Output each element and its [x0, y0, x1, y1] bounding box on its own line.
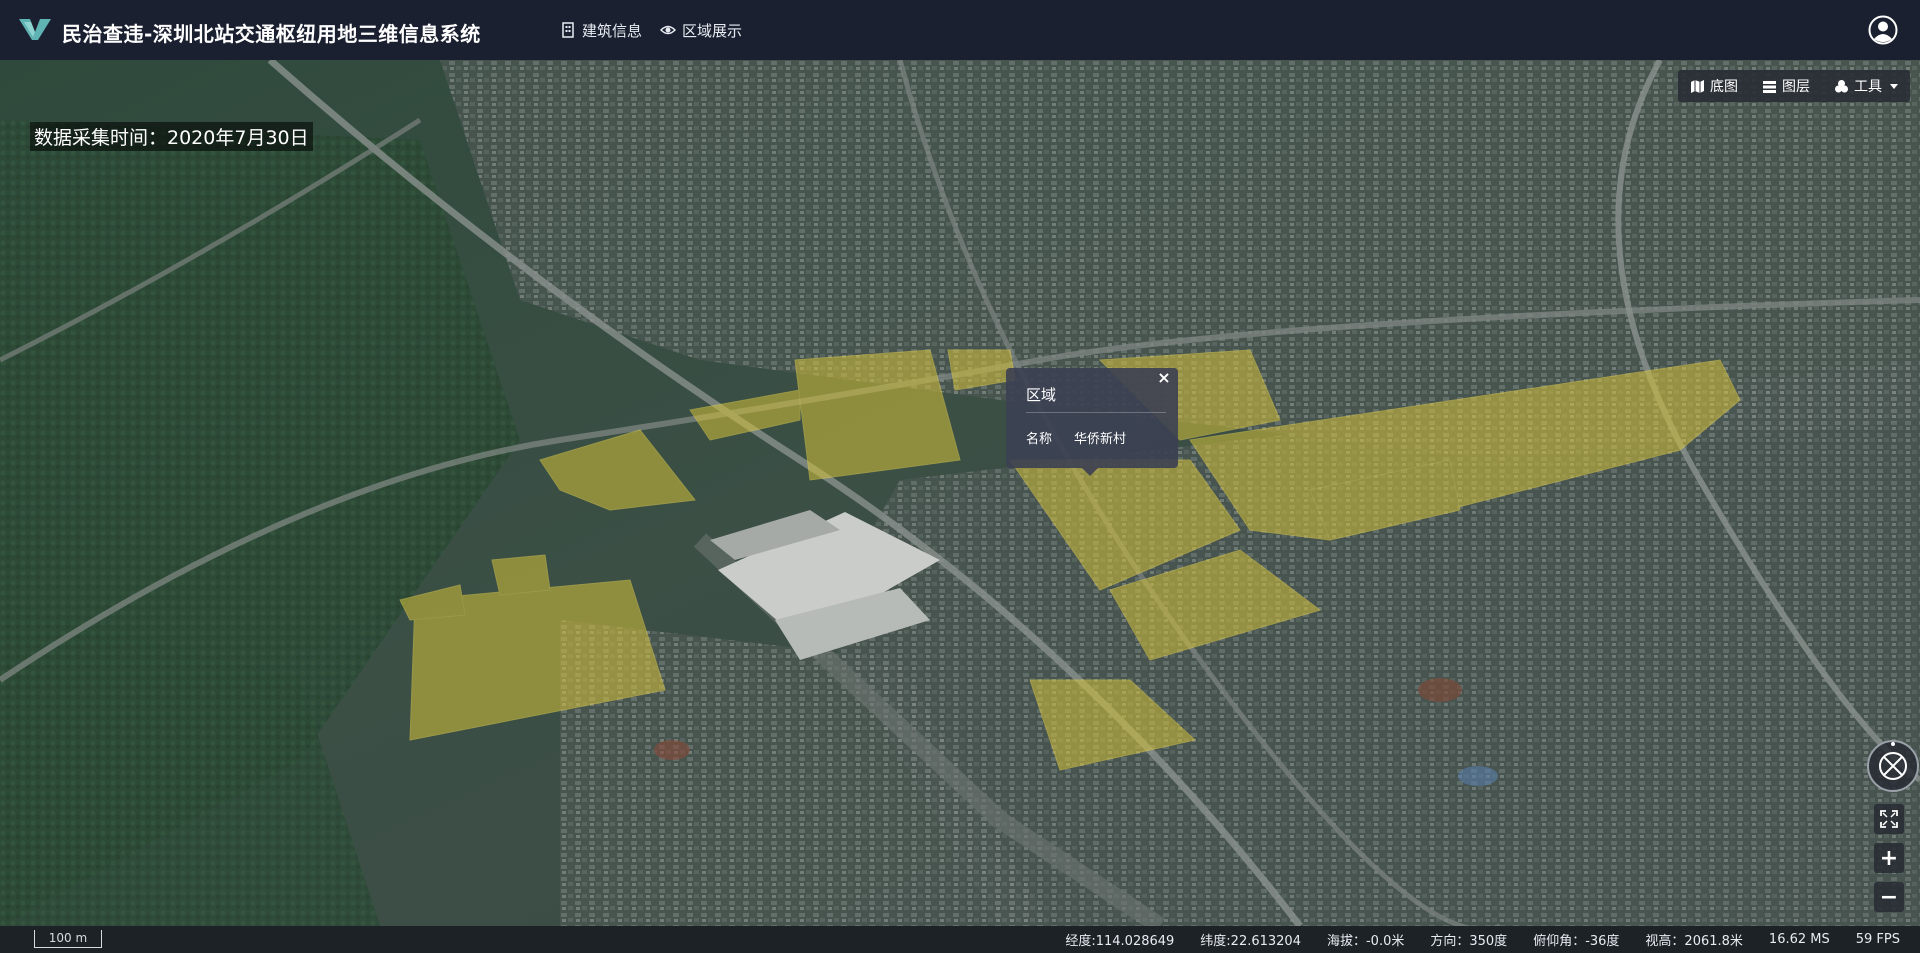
fps-readout: 59 FPS	[1855, 932, 1900, 947]
data-capture-time: 数据采集时间：2020年7月30日	[30, 122, 313, 151]
chevron-down-icon	[1890, 83, 1898, 89]
compass-icon[interactable]	[1866, 739, 1920, 793]
tools-label: 工具	[1854, 79, 1882, 95]
longitude-readout: 经度:114.028649	[1065, 934, 1175, 949]
altitude-readout: 海拔：-0.0米	[1326, 934, 1405, 949]
tools-icon	[1835, 79, 1848, 92]
latitude-readout: 纬度:22.613204	[1200, 934, 1301, 949]
scale-bar: 100 m	[34, 930, 102, 948]
basemap-label: 底图	[1710, 79, 1738, 95]
nav-area-display-label: 区域展示	[682, 21, 743, 40]
frame-time-readout: 16.62 MS	[1768, 932, 1830, 947]
top-bar: 民治查违-深圳北站交通枢纽用地三维信息系统 建筑信息 区域展示	[0, 0, 1920, 60]
main-nav: 建筑信息 区域展示	[560, 0, 742, 60]
basemap-button[interactable]: 底图	[1678, 70, 1750, 102]
popup-field-row: 名称 华侨新村	[1026, 428, 1126, 447]
layers-icon	[1763, 80, 1776, 93]
nav-area-display[interactable]: 区域展示	[660, 20, 742, 41]
map-icon	[1691, 79, 1704, 93]
zoom-in-button[interactable]: +	[1874, 843, 1904, 873]
status-bar: 100 m 经度:114.028649 纬度:22.613204 海拔：-0.0…	[0, 926, 1920, 953]
fullscreen-icon	[1880, 810, 1898, 828]
nav-building-info-label: 建筑信息	[582, 21, 643, 40]
pitch-readout: 俯仰角：-36度	[1533, 934, 1620, 949]
heading-readout: 方向：350度	[1430, 934, 1508, 949]
status-readouts: 经度:114.028649 纬度:22.613204 海拔：-0.0米 方向：3…	[1065, 926, 1900, 953]
popup-divider	[1026, 412, 1166, 413]
map-viewport[interactable]: 数据采集时间：2020年7月30日 底图 图层 工具 × 区域 名称 华侨新村 …	[0, 60, 1920, 926]
area-info-popup: × 区域 名称 华侨新村	[1006, 368, 1178, 476]
tools-dropdown[interactable]: 工具	[1822, 70, 1910, 102]
popup-field-value: 华侨新村	[1074, 432, 1127, 447]
close-icon[interactable]: ×	[1156, 370, 1172, 386]
fullscreen-button[interactable]	[1874, 804, 1904, 834]
app-title: 民治查违-深圳北站交通枢纽用地三维信息系统	[62, 22, 481, 46]
satellite-3d-scene	[0, 60, 1920, 926]
nav-building-info[interactable]: 建筑信息	[560, 20, 642, 41]
layers-label: 图层	[1782, 79, 1810, 95]
zoom-out-button[interactable]: −	[1874, 882, 1904, 912]
logo-icon	[19, 19, 51, 40]
view-height-readout: 视高：2061.8米	[1645, 934, 1743, 949]
layers-button[interactable]: 图层	[1750, 70, 1822, 102]
map-toolbar: 底图 图层 工具	[1678, 70, 1910, 102]
user-icon[interactable]	[1868, 15, 1898, 45]
popup-title: 区域	[1026, 386, 1057, 404]
eye-icon	[660, 25, 677, 35]
popup-field-label: 名称	[1026, 432, 1053, 447]
building-icon	[562, 22, 574, 38]
